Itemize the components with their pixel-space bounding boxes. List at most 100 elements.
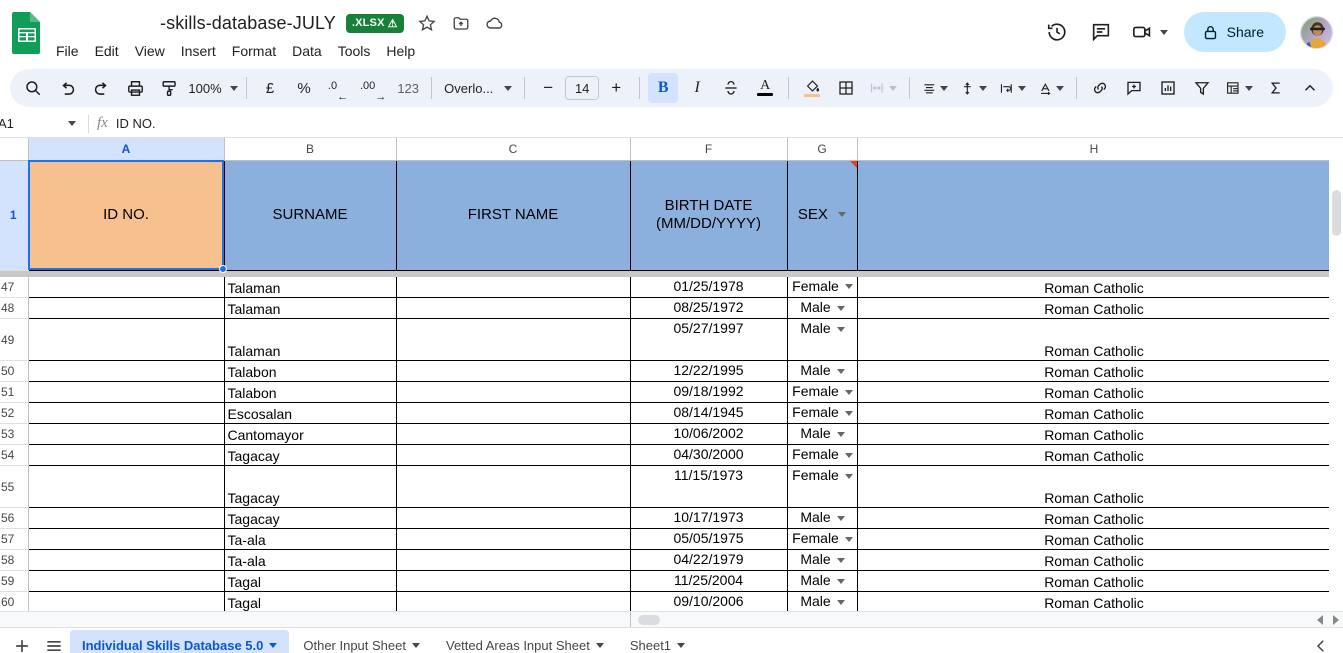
all-sheets-icon[interactable] <box>38 630 70 653</box>
row-header[interactable]: 53 <box>0 423 29 445</box>
undo-icon[interactable] <box>52 73 82 103</box>
cell-surname[interactable]: Talabon <box>224 360 397 382</box>
vertical-scrollbar[interactable] <box>1329 138 1343 611</box>
row-header[interactable]: 50 <box>0 360 29 382</box>
cell-sex[interactable]: Male <box>787 318 858 361</box>
cloud-saved-icon[interactable] <box>484 12 506 34</box>
table-row[interactable]: 53 Cantomayor 10/06/2002 Male Roman Cath… <box>0 423 1332 445</box>
cell-birth-date[interactable]: 11/25/2004 <box>630 570 788 592</box>
cell-first-name[interactable] <box>396 444 631 466</box>
row-header[interactable]: 60 <box>0 591 29 611</box>
table-row[interactable]: 60 Tagal 09/10/2006 Male Roman Catholic <box>0 591 1332 611</box>
menu-item-help[interactable]: Help <box>378 40 423 62</box>
cell-religion[interactable]: Roman Catholic <box>857 318 1332 361</box>
print-icon[interactable] <box>120 73 150 103</box>
sheet-tab-other-input-sheet[interactable]: Other Input Sheet <box>291 630 432 653</box>
row-header[interactable]: 56 <box>0 507 29 529</box>
sheet-tab-sheet1[interactable]: Sheet1 <box>618 630 697 653</box>
add-sheet-icon[interactable] <box>6 630 38 653</box>
row-header[interactable]: 52 <box>0 402 29 424</box>
cell-religion[interactable]: Roman Catholic <box>857 528 1332 550</box>
cell-birth-date[interactable]: 09/18/1992 <box>630 381 788 403</box>
name-box[interactable]: A1 <box>0 113 82 135</box>
filter-icon[interactable] <box>1187 73 1217 103</box>
cell-birth-date[interactable]: 08/25/1972 <box>630 297 788 319</box>
menu-item-format[interactable]: Format <box>224 40 284 62</box>
sex-dropdown-icon[interactable] <box>836 368 845 374</box>
redo-icon[interactable] <box>86 73 116 103</box>
cell-first-name[interactable] <box>396 528 631 550</box>
cell-surname[interactable]: Cantomayor <box>224 423 397 445</box>
cell-id[interactable] <box>28 465 225 508</box>
table-row[interactable]: 51 Talabon 09/18/1992 Female Roman Catho… <box>0 381 1332 403</box>
cell-first-name[interactable] <box>396 297 631 319</box>
column-header-a[interactable]: A <box>28 138 225 161</box>
cell-surname[interactable]: Tagal <box>224 591 397 611</box>
cell-surname[interactable]: Ta-ala <box>224 528 397 550</box>
sex-dropdown-icon[interactable] <box>836 515 845 521</box>
cell-birth-date[interactable]: 08/14/1945 <box>630 402 788 424</box>
cell-f1[interactable]: BIRTH DATE (MM/DD/YYYY) <box>630 160 788 271</box>
fill-handle[interactable] <box>219 265 227 273</box>
cell-id[interactable] <box>28 360 225 382</box>
sex-dropdown-icon[interactable] <box>844 536 853 542</box>
cell-sex[interactable]: Male <box>787 297 858 319</box>
table-row[interactable]: 54 Tagacay 04/30/2000 Female Roman Catho… <box>0 444 1332 466</box>
table-row[interactable]: 59 Tagal 11/25/2004 Male Roman Catholic <box>0 570 1332 592</box>
cell-religion[interactable]: Roman Catholic <box>857 444 1332 466</box>
italic-button[interactable]: I <box>682 73 712 103</box>
merge-cells-icon[interactable] <box>865 73 901 103</box>
cell-sex[interactable]: Female <box>787 381 858 403</box>
column-header-g[interactable]: G <box>787 138 858 161</box>
cell-sex[interactable]: Female <box>787 402 858 424</box>
increase-decimal-button[interactable]: .00 → <box>357 73 389 103</box>
cell-sex[interactable]: Male <box>787 591 858 611</box>
cell-sex[interactable]: Male <box>787 570 858 592</box>
table-row[interactable]: 52 Escosalan 08/14/1945 Female Roman Cat… <box>0 402 1332 424</box>
select-all-corner[interactable] <box>0 138 29 161</box>
cell-surname[interactable]: Talaman <box>224 318 397 361</box>
menu-item-data[interactable]: Data <box>284 40 330 62</box>
cell-id[interactable] <box>28 591 225 611</box>
vertical-scroll-thumb[interactable] <box>1332 190 1341 236</box>
sheet-tab-vetted-areas-input-sheet[interactable]: Vetted Areas Input Sheet <box>434 630 616 653</box>
row-header[interactable]: 48 <box>0 297 29 319</box>
menu-item-tools[interactable]: Tools <box>330 40 379 62</box>
row-header[interactable]: 47 <box>0 276 29 298</box>
star-icon[interactable] <box>416 12 438 34</box>
cell-id[interactable] <box>28 276 225 298</box>
row-header[interactable]: 51 <box>0 381 29 403</box>
cell-religion[interactable]: Roman Catholic <box>857 360 1332 382</box>
text-color-button[interactable]: A <box>750 73 780 103</box>
bold-button[interactable]: B <box>648 73 679 103</box>
cell-surname[interactable]: Tagacay <box>224 507 397 529</box>
cell-religion[interactable]: Roman Catholic <box>857 423 1332 445</box>
row-header[interactable]: 49 <box>0 318 29 361</box>
cell-religion[interactable]: Roman Catholic <box>857 381 1332 403</box>
cell-religion[interactable]: Roman Catholic <box>857 276 1332 298</box>
sex-dropdown-icon[interactable] <box>836 599 845 605</box>
table-row[interactable]: 55 Tagacay 11/15/1973 Female Roman Catho… <box>0 465 1332 508</box>
row-header-1[interactable]: 1 <box>0 160 29 271</box>
table-row[interactable]: 58 Ta-ala 04/22/1979 Male Roman Catholic <box>0 549 1332 571</box>
cell-first-name[interactable] <box>396 360 631 382</box>
cell-birth-date[interactable]: 11/15/1973 <box>630 465 788 508</box>
chevron-up-icon[interactable] <box>1295 73 1325 103</box>
cell-first-name[interactable] <box>396 318 631 361</box>
cell-surname[interactable]: Tagacay <box>224 465 397 508</box>
version-history-icon[interactable] <box>1037 12 1077 52</box>
cell-id[interactable] <box>28 318 225 361</box>
sex-dropdown-icon[interactable] <box>844 410 853 416</box>
cell-sex[interactable]: Male <box>787 423 858 445</box>
google-sheets-icon[interactable] <box>10 10 44 56</box>
cell-first-name[interactable] <box>396 276 631 298</box>
cell-religion[interactable]: Roman Catholic <box>857 549 1332 571</box>
cell-first-name[interactable] <box>396 465 631 508</box>
cell-first-name[interactable] <box>396 402 631 424</box>
zoom-control[interactable]: 100% <box>188 73 238 103</box>
cell-surname[interactable]: Talabon <box>224 381 397 403</box>
sex-dropdown-icon[interactable] <box>836 578 845 584</box>
share-button[interactable]: Share <box>1183 12 1286 52</box>
cell-id[interactable] <box>28 507 225 529</box>
cell-id[interactable] <box>28 423 225 445</box>
